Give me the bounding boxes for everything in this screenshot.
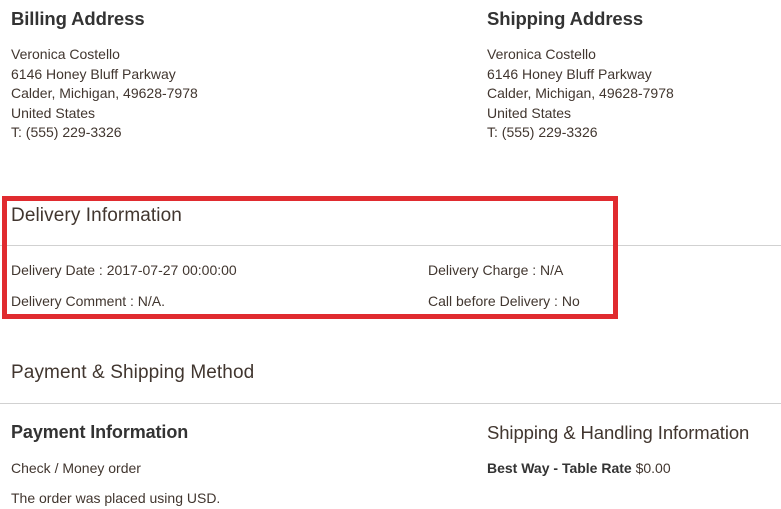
shipping-handling-information-title: Shipping & Handling Information bbox=[487, 421, 750, 443]
shipping-method-price: $0.00 bbox=[635, 459, 671, 476]
shipping-address-block: Shipping Address Veronica Costello 6146 … bbox=[487, 0, 781, 143]
payment-shipping-method-divider bbox=[0, 402, 781, 404]
billing-address-title: Billing Address bbox=[11, 8, 145, 29]
shipping-handling-body: Best Way - Table Rate $0.00 bbox=[487, 460, 781, 477]
billing-address-line: United States bbox=[11, 104, 96, 121]
delivery-charge-row: Delivery Charge : N/A bbox=[428, 261, 564, 278]
billing-address-line: 6146 Honey Bluff Parkway bbox=[11, 65, 176, 82]
delivery-information-title: Delivery Information bbox=[11, 205, 182, 226]
delivery-information-divider bbox=[0, 244, 781, 246]
addresses-region: Billing Address Veronica Costello 6146 H… bbox=[0, 0, 781, 180]
billing-address-lines: Veronica Costello 6146 Honey Bluff Parkw… bbox=[11, 45, 451, 143]
shipping-address-line: United States bbox=[487, 104, 572, 121]
billing-address-line: Calder, Michigan, 49628-7978 bbox=[11, 85, 198, 102]
delivery-left-column: Delivery Date : 2017-07-27 00:00:00 Deli… bbox=[11, 262, 411, 310]
payment-information-title: Payment Information bbox=[11, 421, 189, 442]
delivery-information-grid: Delivery Date : 2017-07-27 00:00:00 Deli… bbox=[0, 262, 781, 318]
call-before-delivery-row: Call before Delivery : No bbox=[428, 292, 580, 309]
shipping-address-lines: Veronica Costello 6146 Honey Bluff Parkw… bbox=[487, 45, 781, 143]
billing-address-block: Billing Address Veronica Costello 6146 H… bbox=[11, 0, 451, 143]
payment-shipping-method-title: Payment & Shipping Method bbox=[11, 362, 255, 383]
delivery-right-column: Delivery Charge : N/A Call before Delive… bbox=[428, 262, 758, 310]
delivery-comment-row: Delivery Comment : N/A. bbox=[11, 292, 166, 309]
shipping-method-name: Best Way - Table Rate bbox=[487, 459, 632, 476]
shipping-address-title: Shipping Address bbox=[487, 8, 644, 29]
shipping-handling-information-block: Shipping & Handling Information Best Way… bbox=[487, 422, 781, 477]
shipping-address-phone: T: (555) 229-3326 bbox=[487, 124, 598, 141]
payment-method-name: Check / Money order bbox=[11, 460, 141, 477]
payment-currency-note: The order was placed using USD. bbox=[11, 490, 221, 507]
delivery-date-row: Delivery Date : 2017-07-27 00:00:00 bbox=[11, 261, 237, 278]
shipping-address-line: Veronica Costello bbox=[487, 46, 596, 63]
shipping-address-line: Calder, Michigan, 49628-7978 bbox=[487, 85, 674, 102]
order-view-page: Billing Address Veronica Costello 6146 H… bbox=[0, 0, 781, 509]
payment-information-block: Payment Information Check / Money order … bbox=[11, 422, 451, 508]
payment-information-body: Check / Money order The order was placed… bbox=[11, 460, 451, 507]
shipping-address-line: 6146 Honey Bluff Parkway bbox=[487, 65, 652, 82]
delivery-information-section: Delivery Information Delivery Date : 201… bbox=[0, 205, 781, 318]
billing-address-phone: T: (555) 229-3326 bbox=[11, 124, 122, 141]
payment-shipping-method-section: Payment & Shipping Method Payment Inform… bbox=[0, 362, 781, 506]
billing-address-line: Veronica Costello bbox=[11, 46, 120, 63]
